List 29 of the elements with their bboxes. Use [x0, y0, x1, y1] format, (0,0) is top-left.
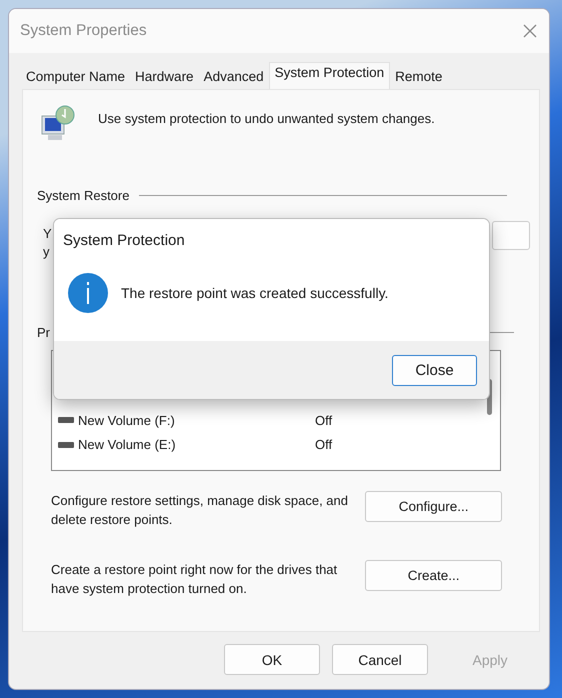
drive-name: New Volume (E:) [78, 437, 176, 452]
group-heading: Pr [37, 325, 50, 340]
create-description: Create a restore point right now for the drives that have system protection turned on. [51, 561, 338, 598]
tab[interactable]: Computer Name [21, 67, 130, 89]
tab[interactable]: Advanced [198, 67, 269, 89]
protection-status: Off [315, 437, 332, 452]
protection-status: Off [315, 412, 332, 428]
tab[interactable]: Hardware [130, 67, 199, 89]
description-text: y [43, 243, 50, 261]
dialog-message: The restore point was created successfully. [121, 285, 388, 301]
drive-icon [58, 440, 74, 449]
group-heading: System Restore [37, 188, 130, 203]
intro-text: Use system protection to undo unwanted system changes. [98, 111, 435, 126]
tab[interactable]: System Protection [268, 62, 390, 89]
tab[interactable]: Remote [390, 67, 448, 89]
drive-icon [58, 416, 74, 424]
close-icon[interactable] [523, 24, 537, 38]
create-button[interactable]: Create... [365, 560, 502, 591]
configure-description: Configure restore settings, manage disk space, and delete restore points. [51, 492, 350, 529]
dialog-title: System Protection [63, 232, 186, 249]
window-title: System Properties [20, 22, 147, 40]
drive-name: New Volume (F:) [78, 412, 175, 428]
description-text: Y [43, 225, 52, 243]
ok-button[interactable]: OK [224, 644, 320, 675]
configure-button[interactable]: Configure... [365, 491, 502, 522]
info-icon [67, 272, 109, 314]
cancel-button[interactable]: Cancel [332, 644, 428, 675]
restore-button[interactable] [492, 221, 530, 250]
close-button[interactable]: Close [392, 354, 477, 386]
